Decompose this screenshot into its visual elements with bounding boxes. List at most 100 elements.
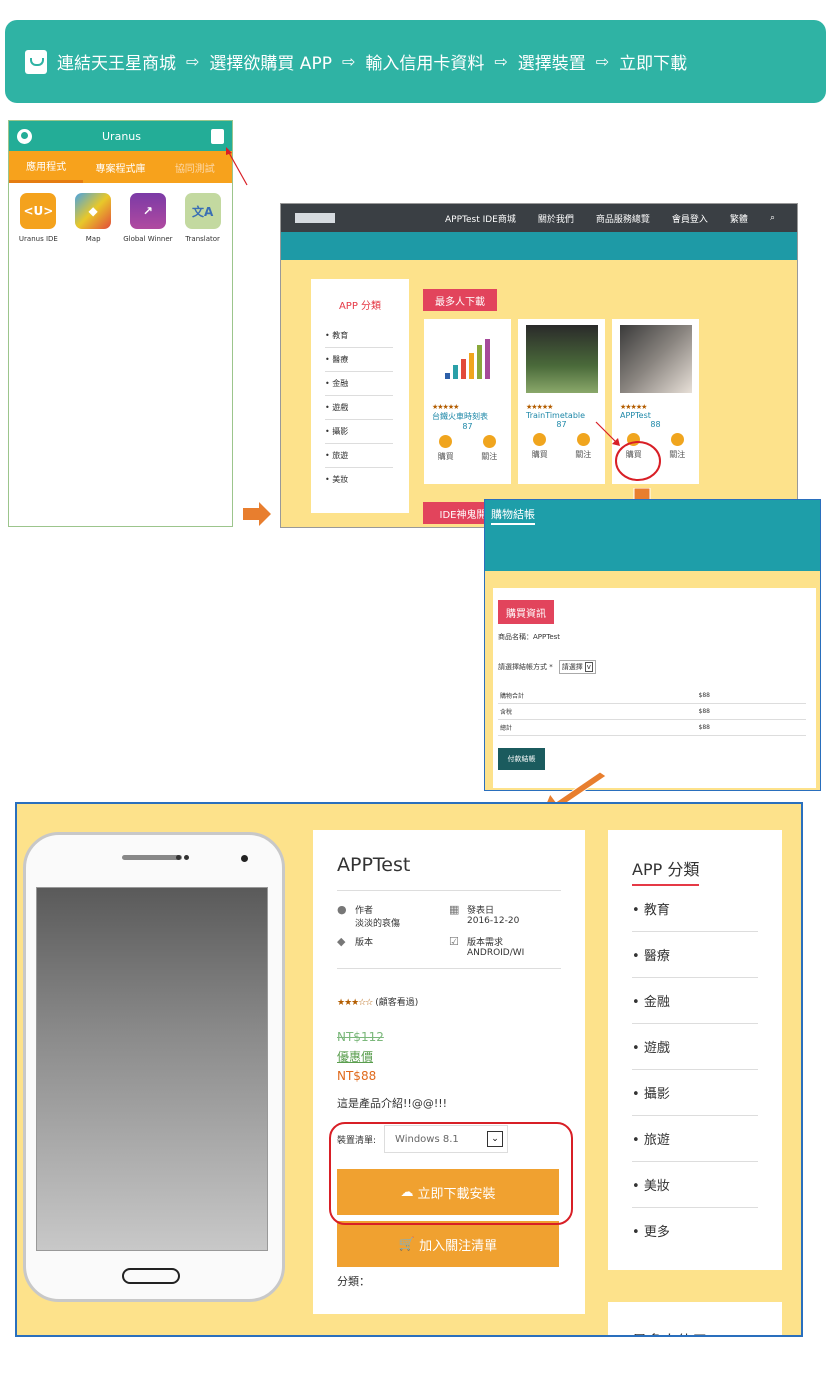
- nav-home[interactable]: APPTest IDE商城: [445, 212, 516, 225]
- category-item[interactable]: • 醫療: [325, 348, 393, 372]
- nav-language[interactable]: 繁體: [730, 212, 748, 225]
- category-item[interactable]: • 醫療: [632, 932, 758, 978]
- pay-method-label: 請選擇結帳方式 *: [498, 663, 553, 671]
- category-item[interactable]: • 遊戲: [325, 396, 393, 420]
- product-description: 這是產品介紹!!@@!!!: [337, 1097, 448, 1110]
- category-item[interactable]: • 美妝: [632, 1162, 758, 1208]
- buy-button[interactable]: 購買: [532, 433, 548, 460]
- category-sidebar: APP 分類 • 教育 • 醫療 • 金融 • 遊戲 • 攝影 • 旅遊 • 美…: [311, 279, 409, 513]
- category-item[interactable]: • 教育: [325, 324, 393, 348]
- buy-button[interactable]: 購買: [438, 435, 454, 462]
- app-tile-label: Translator: [185, 235, 220, 243]
- category-item[interactable]: • 旅遊: [325, 444, 393, 468]
- app-tile-global-winner[interactable]: ↗ Global Winner: [121, 193, 176, 243]
- table-row: 購物合計 $88: [498, 688, 806, 704]
- add-wishlist-button[interactable]: 🛒 加入關注清單: [337, 1221, 559, 1267]
- rating-text: (顧客看過): [375, 998, 419, 1008]
- tab-collab-test[interactable]: 協同測試: [158, 151, 232, 183]
- app-card[interactable]: ★★★★★ 台鐵火車時刻表 87 購買 關注: [424, 319, 511, 484]
- cart-icon: 🛒: [398, 1236, 416, 1252]
- pointer-arrow-icon: [226, 147, 248, 186]
- category-item[interactable]: • 金融: [325, 372, 393, 396]
- phone-mockup: [23, 832, 285, 1302]
- date-value: 2016-12-20: [467, 916, 520, 926]
- store-navbar: APPTest IDE商城 關於我們 商品服務總覽 會員登入 繁體 ⌕: [281, 204, 797, 232]
- current-price: NT$88: [337, 1069, 377, 1083]
- app-tile-label: Global Winner: [123, 235, 173, 243]
- highlight-circle-icon: [329, 1122, 573, 1225]
- pay-method-select[interactable]: 請選擇 v: [558, 660, 596, 674]
- app-tile-label: Map: [85, 235, 101, 243]
- search-icon[interactable]: ⌕: [770, 213, 775, 223]
- category-item[interactable]: • 教育: [632, 886, 758, 932]
- app-tile-label: Uranus IDE: [18, 235, 58, 243]
- product-name-text: 商品名稱：APPTest: [498, 633, 561, 641]
- step-label: 選擇欲購買 APP: [209, 54, 332, 74]
- tag-icon: ◆: [337, 935, 346, 948]
- app-card-image: [619, 325, 692, 393]
- follow-button[interactable]: 關注: [481, 435, 497, 462]
- app-tabs: 應用程式 專案程式庫 協同測試: [9, 151, 232, 183]
- tab-project-library[interactable]: 專案程式庫: [83, 151, 157, 183]
- global-winner-icon: ↗: [129, 193, 166, 229]
- tab-apps[interactable]: 應用程式: [9, 151, 84, 183]
- step-label: 立即下載: [619, 54, 688, 74]
- arrow-right-icon: ⇨: [186, 52, 200, 71]
- step-label: 輸入信用卡資料: [365, 54, 485, 74]
- phone-sensor: [184, 855, 189, 860]
- category-item[interactable]: • 攝影: [325, 420, 393, 444]
- pay-button[interactable]: 付款結帳: [498, 748, 545, 770]
- rating-stars: ★★★★★: [526, 403, 553, 411]
- version-label: 版本: [355, 938, 374, 948]
- shopping-bag-icon: [25, 49, 47, 74]
- category-item[interactable]: • 美妝: [325, 468, 393, 491]
- app-card-image: [525, 325, 598, 393]
- app-tile-translator[interactable]: 文A Translator: [175, 193, 230, 243]
- steps-banner: 連結天王星商城 ⇨ 選擇欲購買 APP ⇨ 輸入信用卡資料 ⇨ 選擇裝置 ⇨ 立…: [5, 20, 826, 103]
- category-item[interactable]: • 旅遊: [632, 1116, 758, 1162]
- star-icon: [482, 435, 496, 448]
- app-card-image: [432, 325, 504, 393]
- nav-about[interactable]: 關於我們: [538, 212, 574, 225]
- app-header: Uranus: [9, 121, 232, 151]
- requirement-value: ANDROID/WI: [467, 948, 525, 958]
- app-card-name[interactable]: 台鐵火車時刻表: [432, 411, 511, 422]
- category-item[interactable]: • 攝影: [632, 1070, 758, 1116]
- category-sidebar: APP 分類 • 教育 • 醫療 • 金融 • 遊戲 • 攝影 • 旅遊 • 美…: [608, 830, 782, 1270]
- category-title: APP 分類: [632, 856, 700, 886]
- discount-label[interactable]: 優惠價: [337, 1048, 561, 1065]
- checkout-form: 購買資訊 商品名稱：APPTest 請選擇結帳方式 * 請選擇 v 購物合計 $88…: [493, 588, 816, 788]
- uranus-app-panel: Uranus 應用程式 專案程式庫 協同測試 <U> Uranus IDE ◆ …: [8, 120, 233, 527]
- category-title: APP 分類: [338, 301, 382, 312]
- category-item[interactable]: • 金融: [632, 978, 758, 1024]
- user-icon: ●: [337, 903, 347, 916]
- step-label: 連結天王星商城: [57, 54, 176, 74]
- most-used-title: 最多人使用: [608, 1302, 782, 1335]
- category-item[interactable]: • 更多: [632, 1208, 758, 1253]
- store-website-panel: APPTest IDE商城 關於我們 商品服務總覽 會員登入 繁體 ⌕ APP …: [280, 203, 798, 528]
- product-page-panel: APPTest ● 作者 淡淡的哀傷 ▦ 發表日 2016-12-20 ◆ 版本 ☑ 版本需…: [15, 802, 803, 1337]
- date-label: 發表日: [467, 906, 495, 916]
- nav-login[interactable]: 會員登入: [672, 212, 708, 225]
- author-value: 淡淡的哀傷: [355, 919, 401, 929]
- app-tile-uranus-ide[interactable]: <U> Uranus IDE: [11, 193, 66, 243]
- product-title: APPTest: [337, 854, 561, 891]
- category-item[interactable]: • 遊戲: [632, 1024, 758, 1070]
- product-rating: ★★★☆☆ (顧客看過): [337, 995, 561, 1008]
- highlight-circle-icon: [595, 421, 661, 481]
- product-meta: ● 作者 淡淡的哀傷 ▦ 發表日 2016-12-20 ◆ 版本 ☑ 版本需求 ANDROID…: [337, 903, 561, 958]
- user-icon[interactable]: [17, 128, 32, 144]
- star-icon: [670, 433, 684, 446]
- store-logo[interactable]: [295, 213, 335, 223]
- shopping-bag-icon[interactable]: [211, 128, 224, 144]
- app-tile-map[interactable]: ◆ Map: [66, 193, 121, 243]
- follow-button[interactable]: 關注: [575, 433, 591, 460]
- nav-services[interactable]: 商品服務總覽: [596, 212, 650, 225]
- rating-stars: ★★★★★: [432, 403, 459, 411]
- phone-screen: [36, 887, 268, 1251]
- product-detail-card: APPTest ● 作者 淡淡的哀傷 ▦ 發表日 2016-12-20 ◆ 版本 ☑ 版本需…: [313, 830, 585, 1314]
- checkout-header: 購物結帳: [485, 500, 820, 571]
- checkout-summary-table: 購物合計 $88 含稅 $88 總計 $88: [498, 688, 806, 736]
- flow-arrow-icon: [243, 502, 271, 526]
- follow-button[interactable]: 關注: [669, 433, 685, 460]
